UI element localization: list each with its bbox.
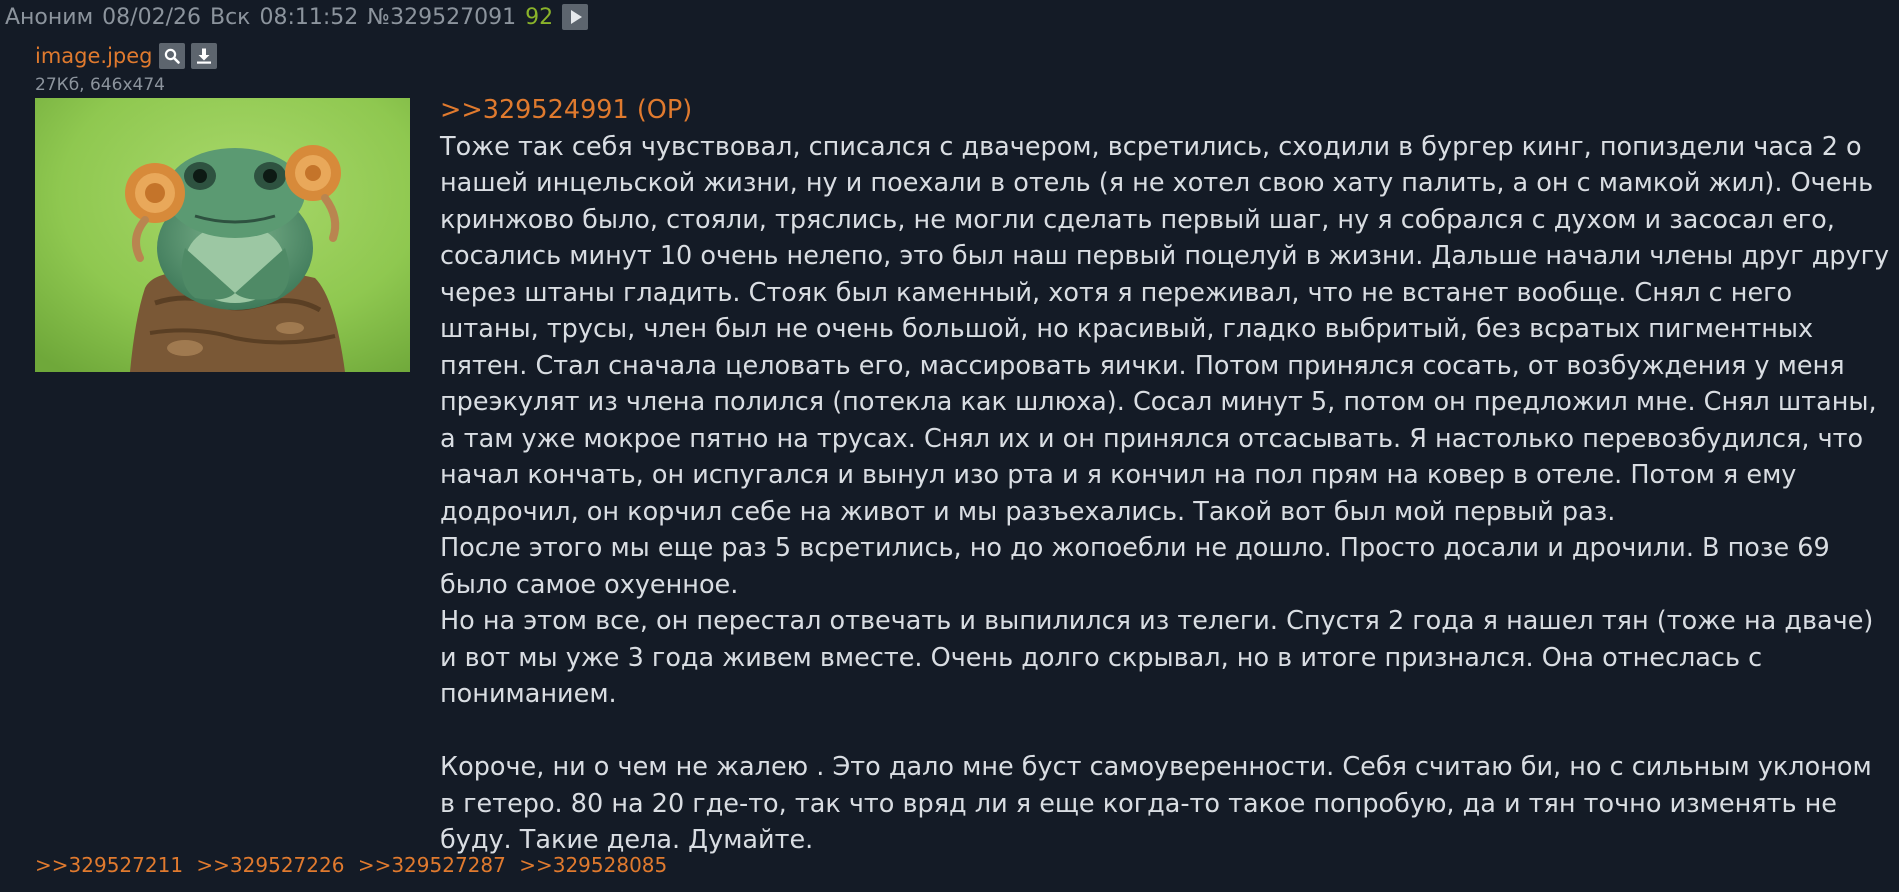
replies-list: >>329527211 >>329527226 >>329527287 >>32… — [35, 853, 674, 877]
file-info: image.jpeg — [35, 43, 223, 69]
post-date: 08/02/26 — [102, 4, 201, 30]
post-time: 08:11:52 — [259, 4, 359, 30]
message-paragraph: Но на этом все, он перестал отвечать и в… — [440, 606, 1874, 709]
quote-link-op[interactable]: >>329524991 (OP) — [440, 95, 692, 125]
message-paragraph: Тоже так себя чувствовал, списался с два… — [440, 131, 1890, 527]
search-icon[interactable] — [158, 43, 185, 69]
post-image-thumbnail[interactable] — [35, 98, 410, 372]
post-number[interactable]: №329527091 — [367, 5, 516, 30]
reply-link[interactable]: >>329527287 — [358, 853, 506, 877]
post: Аноним 08/02/26 Вск 08:11:52 №329527091 … — [0, 0, 1899, 892]
post-message: >>329524991 (OP) Тоже так себя чувствова… — [440, 92, 1892, 859]
message-paragraph: После этого мы еще раз 5 всретились, но … — [440, 533, 1830, 600]
post-author: Аноним — [5, 4, 94, 30]
reply-link[interactable]: >>329527211 — [35, 853, 183, 877]
download-icon[interactable] — [190, 43, 217, 69]
reply-link[interactable]: >>329528085 — [519, 853, 667, 877]
post-day: Вск — [209, 4, 251, 30]
file-name-link[interactable]: image.jpeg — [35, 44, 153, 68]
post-rating: 92 — [525, 4, 554, 30]
reply-link[interactable]: >>329527226 — [196, 853, 344, 877]
message-paragraph: Короче, ни о чем не жалею . Это дало мне… — [440, 752, 1872, 855]
file-meta: 27Кб, 646x474 — [35, 75, 165, 95]
post-header: Аноним 08/02/26 Вск 08:11:52 №329527091 … — [5, 4, 597, 30]
play-icon[interactable] — [562, 4, 589, 30]
